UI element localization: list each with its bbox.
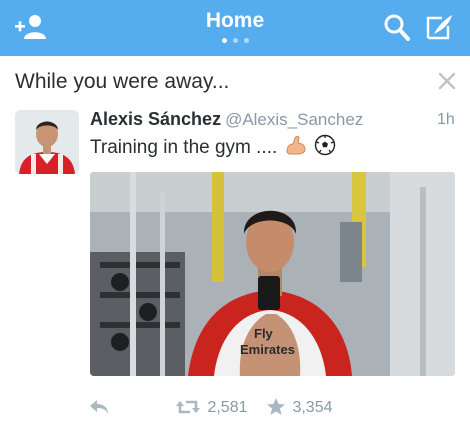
favorite-count: 3,354 [292,399,333,416]
while-away-header: While you were away... [0,56,470,100]
top-nav-bar: Home [0,0,470,56]
svg-text:Emirates: Emirates [240,342,295,357]
svg-text:Fly: Fly [254,326,274,341]
flexed-biceps-emoji [285,134,307,162]
reply-icon[interactable] [88,398,110,416]
favorite-button[interactable]: 3,354 [266,397,333,417]
tweet[interactable]: Alexis Sánchez @Alexis_Sanchez 1h Trainin… [0,100,470,424]
tweet-author[interactable]: Alexis Sánchez @Alexis_Sanchez [90,109,363,130]
page-dot [232,38,238,43]
author-handle[interactable]: @Alexis_Sanchez [225,110,363,129]
page-dot [243,38,249,43]
star-icon [266,398,290,420]
avatar[interactable] [15,110,79,174]
retweet-icon [175,400,205,420]
compose-tweet-icon[interactable] [424,12,458,42]
tweet-text: Training in the gym .... [90,137,278,158]
section-title: While you were away... [15,70,230,93]
page-dot-active [221,38,227,43]
author-name[interactable]: Alexis Sánchez [90,109,221,129]
soccer-ball-emoji [314,134,336,162]
tweet-actions: 2,581 3,354 [0,396,470,420]
search-icon[interactable] [380,12,414,42]
close-icon[interactable] [436,70,458,92]
tweet-timestamp: 1h [437,111,455,128]
tweet-photo[interactable]: Fly Emirates [90,172,455,376]
retweet-count: 2,581 [207,399,248,416]
tweet-text-row: Training in the gym .... [90,134,336,162]
retweet-button[interactable]: 2,581 [175,398,248,418]
